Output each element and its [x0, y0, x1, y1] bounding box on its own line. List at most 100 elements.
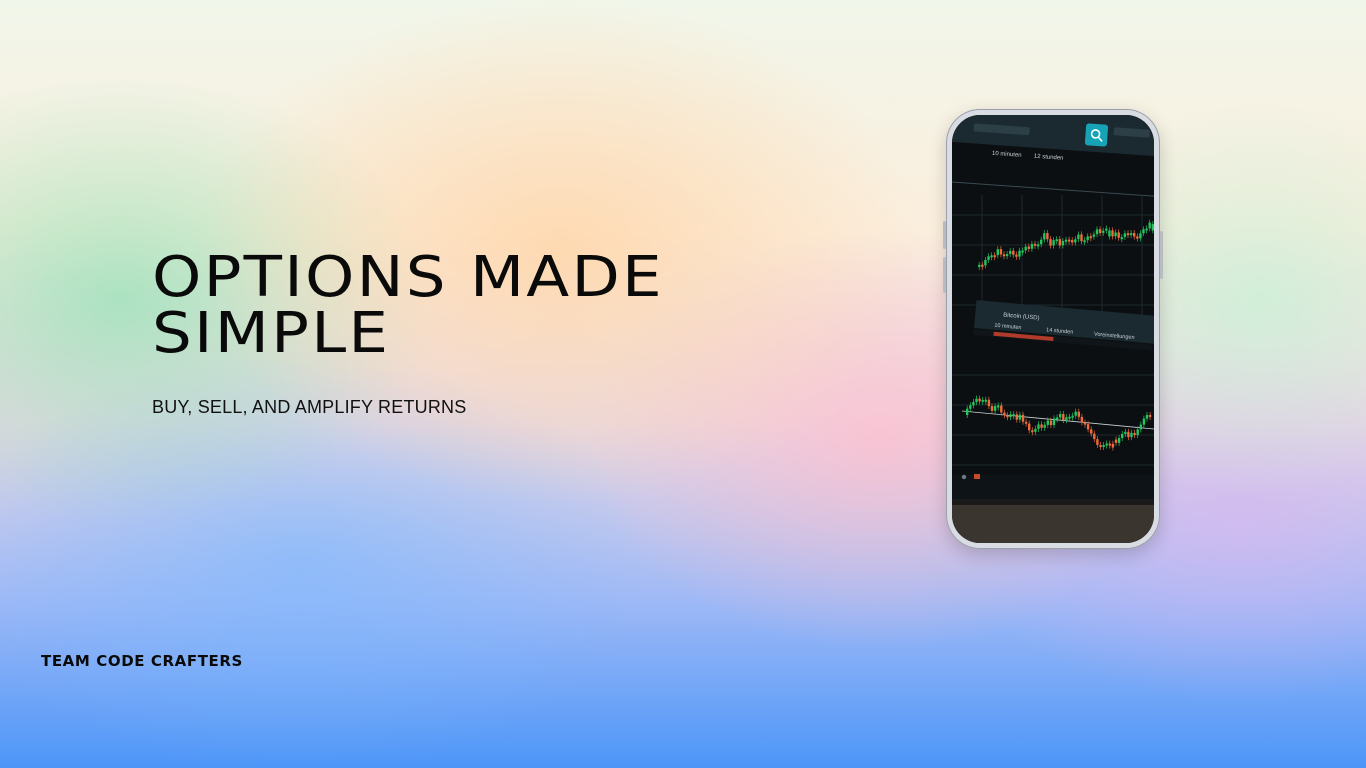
candle	[1034, 428, 1037, 432]
candle	[1148, 414, 1152, 417]
candle	[987, 399, 991, 407]
candle	[1043, 424, 1046, 428]
candle	[975, 398, 978, 403]
candle	[990, 406, 994, 411]
candle	[1071, 240, 1074, 243]
candle	[1124, 431, 1127, 434]
candle	[990, 255, 993, 258]
candle	[1005, 254, 1009, 257]
candle	[1108, 443, 1111, 446]
headline-line-2: SIMPLE	[152, 301, 391, 366]
candle	[1033, 243, 1037, 246]
candle	[1127, 431, 1130, 438]
candle	[1102, 230, 1105, 233]
candle	[1064, 239, 1068, 242]
candle	[1052, 240, 1055, 246]
candle	[1083, 422, 1087, 425]
candle	[1123, 233, 1127, 238]
headline-line-1: OPTIONS MADE	[152, 245, 664, 310]
candle	[984, 260, 987, 266]
candle	[1111, 230, 1114, 237]
candle	[1096, 439, 1099, 445]
candle	[999, 249, 1003, 255]
candle	[1102, 445, 1105, 448]
candle	[1027, 246, 1030, 249]
candle	[1018, 414, 1022, 420]
phone-volume-button	[943, 257, 946, 293]
candle	[1083, 240, 1086, 243]
candle	[1145, 228, 1148, 231]
candle	[1068, 416, 1071, 419]
candle	[1080, 234, 1083, 242]
candle	[1055, 239, 1058, 242]
candle	[1021, 250, 1024, 253]
candle	[1046, 233, 1049, 240]
candle	[1062, 414, 1065, 421]
candle	[1037, 424, 1040, 429]
candle	[1148, 222, 1151, 229]
candle	[1058, 239, 1061, 246]
candle	[1043, 233, 1046, 240]
candle	[1133, 432, 1136, 435]
candle	[1139, 424, 1142, 430]
candle	[1031, 430, 1034, 433]
candle	[1071, 415, 1074, 418]
candle	[984, 399, 987, 402]
candle	[1065, 417, 1068, 421]
phone-side-button	[943, 221, 946, 249]
candle	[1040, 239, 1043, 245]
candle	[1012, 414, 1015, 417]
candle	[1090, 429, 1093, 434]
candle	[1105, 443, 1108, 446]
candle	[1000, 405, 1003, 413]
phone-screen: 10 minuten 12 stunden Bitcoin (USD) 10 m…	[952, 115, 1154, 543]
candle	[1086, 424, 1090, 430]
candle	[1093, 433, 1096, 440]
candle	[1117, 437, 1121, 443]
phone-mockup: 10 minuten 12 stunden Bitcoin (USD) 10 m…	[943, 109, 1163, 549]
candle	[993, 255, 996, 258]
candle	[1089, 236, 1092, 239]
candle	[1105, 228, 1108, 231]
candle	[1151, 224, 1154, 231]
candle	[1002, 254, 1006, 257]
candle	[1121, 433, 1124, 439]
trading-chart-photo: 10 minuten 12 stunden Bitcoin (USD) 10 m…	[952, 115, 1154, 543]
candle	[1114, 232, 1117, 237]
candle	[966, 408, 969, 415]
candle	[1046, 420, 1049, 425]
candle	[1024, 246, 1027, 251]
candle	[1009, 250, 1012, 254]
candle	[1061, 240, 1065, 246]
candle	[1015, 254, 1018, 257]
subtitle: BUY, SELL, AND AMPLIFY RETURNS	[152, 397, 467, 417]
candle	[1095, 229, 1099, 235]
candle	[1018, 250, 1021, 257]
candle	[1030, 243, 1034, 249]
candle	[1098, 229, 1102, 234]
candle	[1080, 416, 1084, 423]
top-tab-range: 12 stunden	[1034, 154, 1064, 162]
candle	[1049, 239, 1052, 246]
candle	[981, 399, 984, 402]
candle	[993, 406, 997, 411]
candle	[1139, 233, 1142, 239]
candle	[1108, 230, 1111, 237]
candle	[969, 405, 972, 409]
candle	[1015, 414, 1018, 420]
candle	[1003, 412, 1006, 416]
candle	[1021, 414, 1025, 422]
top-tab-time: 10 minuten	[992, 151, 1022, 159]
candle	[1049, 420, 1053, 426]
candle	[1012, 250, 1015, 255]
candle	[1059, 413, 1062, 418]
candle	[1077, 411, 1080, 417]
candle	[1133, 232, 1136, 237]
candle	[1028, 423, 1031, 431]
candle	[1111, 443, 1115, 448]
phone-power-button	[1160, 231, 1163, 279]
candle	[1136, 236, 1139, 239]
candle	[1024, 421, 1028, 424]
candle	[1077, 234, 1080, 240]
candle	[1009, 414, 1012, 418]
